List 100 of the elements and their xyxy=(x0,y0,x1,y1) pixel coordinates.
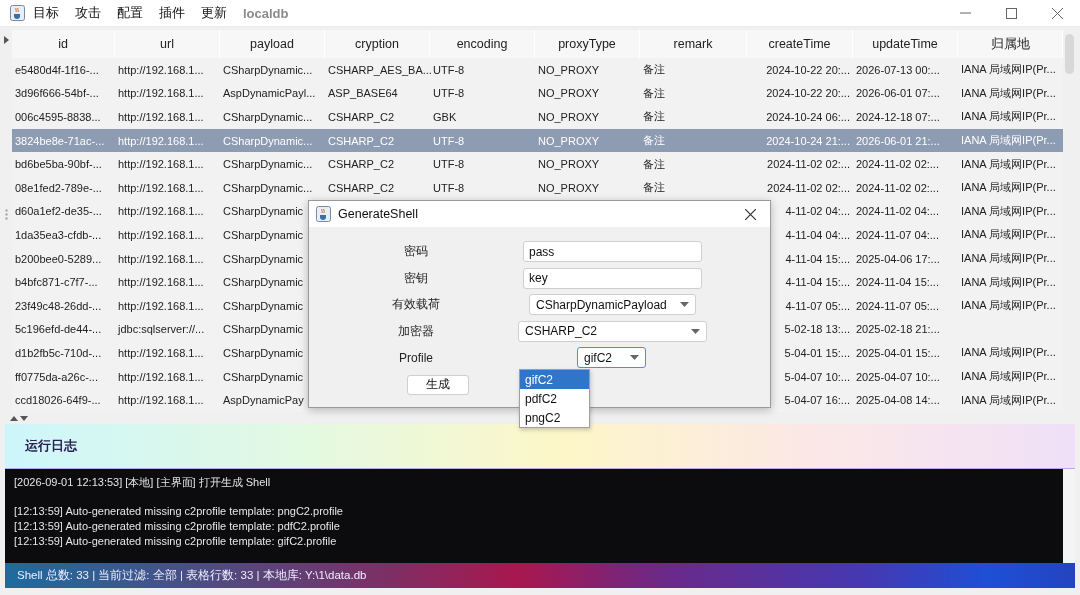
table-cell: CSharpDynamic xyxy=(223,346,304,359)
text-field[interactable]: pass xyxy=(523,241,702,263)
table-cell: 备注 xyxy=(643,156,665,172)
table-cell: NO_PROXY xyxy=(538,111,600,123)
log-line: [2026-09-01 12:13:53] [本地] [主界面] 打开生成 Shell xyxy=(14,475,272,490)
collapse-up-arrow-icon[interactable] xyxy=(10,415,18,421)
table-cell: http://192.168.1... xyxy=(118,134,204,147)
table-cell: http://192.168.1... xyxy=(118,111,204,123)
table-cell: 2024-11-04 15:... xyxy=(856,276,939,289)
table-cell: 4-11-02 04:... xyxy=(785,205,850,218)
close-icon xyxy=(1051,7,1063,19)
table-cell: NO_PROXY xyxy=(538,134,600,147)
table-cell: IANA 局域网IP(Pr... xyxy=(961,298,1056,314)
table-cell: CSharpDynamic xyxy=(223,370,304,383)
table-cell: IANA 局域网IP(Pr... xyxy=(961,227,1056,243)
dropdown-option[interactable]: gifC2 xyxy=(520,370,589,389)
table-cell: UTF-8 xyxy=(433,134,465,147)
table-cell: 备注 xyxy=(643,62,665,78)
table-cell: NO_PROXY xyxy=(538,158,600,171)
table-cell: 2024-11-02 02:... xyxy=(856,158,939,171)
table-cell: IANA 局域网IP(Pr... xyxy=(961,156,1056,172)
text-field[interactable]: key xyxy=(523,267,702,289)
dropdown-field[interactable]: gifC2 xyxy=(577,347,646,369)
table-cell: http://192.168.1... xyxy=(118,181,204,194)
menu-item[interactable]: 攻击 xyxy=(67,4,109,22)
table-cell: CSharpDynamic xyxy=(223,252,304,265)
table-cell: 2024-11-02 02:... xyxy=(767,181,850,194)
table-cell: 2024-11-02 04:... xyxy=(856,205,939,218)
dropdown-field[interactable]: CSharpDynamicPayload xyxy=(529,294,696,316)
table-cell: 2026-06-01 07:... xyxy=(856,87,940,100)
table-cell: IANA 局域网IP(Pr... xyxy=(961,203,1056,219)
collapse-down-arrow-icon[interactable] xyxy=(20,415,28,421)
table-cell: 2024-11-07 05:... xyxy=(856,299,939,312)
table-cell: 2025-02-18 21:... xyxy=(856,323,940,336)
log-line: [12:13:59] Auto-generated missing c2profile template: gifC2.profile xyxy=(14,535,338,549)
table-cell: CSharpDynamic... xyxy=(223,181,313,194)
table-cell: CSharpDynamic xyxy=(223,205,304,218)
menu-item[interactable]: 更新 xyxy=(193,4,235,22)
log-line: [12:13:59] Auto-generated missing c2profile template: pdfC2.profile xyxy=(14,520,341,534)
table-cell: NO_PROXY xyxy=(538,87,600,100)
dropdown-option[interactable]: pdfC2 xyxy=(520,389,589,408)
dropdown-caret-icon xyxy=(691,328,700,334)
table-cell: CSharpDynamic xyxy=(223,276,304,289)
table-cell: 5-04-07 16:... xyxy=(784,394,850,407)
table-cell: http://192.168.1... xyxy=(118,276,204,289)
dropdown-option[interactable]: pngC2 xyxy=(520,408,589,427)
table-cell: 3d96f666-54bf-... xyxy=(15,87,99,100)
field-label: 密钥 xyxy=(403,269,429,287)
table-cell: IANA 局域网IP(Pr... xyxy=(961,180,1056,196)
table-cell: CSHARP_C2 xyxy=(328,158,395,171)
coffee-cup-icon xyxy=(316,206,331,222)
table-cell: 23f49c48-26dd-... xyxy=(15,299,102,312)
table-cell: 4-11-04 15:... xyxy=(785,252,850,265)
table-cell: b4bfc871-c7f7-... xyxy=(15,276,98,289)
table-cell: http://192.168.1... xyxy=(118,252,204,265)
dialog-title: GenerateShell xyxy=(338,207,418,221)
drag-handle-icon[interactable] xyxy=(4,209,8,220)
table-cell: 3824be8e-71ac-... xyxy=(15,134,105,147)
table-cell: 4-11-07 05:... xyxy=(785,299,850,312)
dropdown-field[interactable]: CSHARP_C2 xyxy=(518,320,707,342)
table-cell: http://192.168.1... xyxy=(118,346,204,359)
table-cell: bd6be5ba-90bf-... xyxy=(15,158,102,171)
table-cell: GBK xyxy=(433,111,457,123)
dropdown-caret-icon xyxy=(630,355,639,361)
table-cell: 备注 xyxy=(643,109,665,125)
table-cell: ff0775da-a26c-... xyxy=(15,370,98,383)
table-cell: IANA 局域网IP(Pr... xyxy=(961,345,1056,361)
expand-triangle-icon[interactable] xyxy=(3,36,9,44)
table-cell: 备注 xyxy=(643,180,665,196)
table-cell: 5-04-01 15:... xyxy=(784,346,850,359)
menu-item[interactable]: 插件 xyxy=(151,4,193,22)
table-cell: IANA 局域网IP(Pr... xyxy=(961,85,1056,101)
table-cell: UTF-8 xyxy=(433,63,465,76)
log-title: 运行日志 xyxy=(25,437,77,455)
table-cell: IANA 局域网IP(Pr... xyxy=(961,62,1056,78)
scrollbar[interactable] xyxy=(1063,469,1075,563)
table-cell: 备注 xyxy=(643,85,665,101)
table-cell: CSharpDynamic xyxy=(223,299,304,312)
field-label: 加密器 xyxy=(397,322,435,340)
table-cell: 2025-04-06 17:... xyxy=(856,252,940,265)
menu-item[interactable]: 配置 xyxy=(109,4,151,22)
table-cell: jdbc:sqlserver://... xyxy=(118,323,205,336)
table-cell: http://192.168.1... xyxy=(118,394,204,407)
generate-button[interactable]: 生成 xyxy=(407,374,469,395)
table-cell: 2026-06-01 21:... xyxy=(856,134,940,147)
table-cell: CSharpDynamic... xyxy=(223,158,313,171)
table-cell: AspDynamicPay xyxy=(223,394,304,407)
table-cell: 5-04-07 10:... xyxy=(784,370,850,383)
table-cell: 2024-10-22 20:... xyxy=(766,87,850,100)
table-cell: 5c196efd-de44-... xyxy=(15,323,102,336)
table-cell: NO_PROXY xyxy=(538,181,600,194)
table-cell: IANA 局域网IP(Pr... xyxy=(961,133,1056,149)
table-cell: 1da35ea3-cfdb-... xyxy=(15,228,102,241)
table-cell: CSHARP_AES_BA... xyxy=(328,63,432,76)
table-cell: http://192.168.1... xyxy=(118,299,204,312)
menu-item[interactable]: 目标 xyxy=(25,4,67,22)
coffee-cup-icon xyxy=(10,5,25,21)
table-cell: e5480d4f-1f16-... xyxy=(15,63,99,76)
table-cell: UTF-8 xyxy=(433,181,465,194)
table-cell: CSHARP_C2 xyxy=(328,181,395,194)
